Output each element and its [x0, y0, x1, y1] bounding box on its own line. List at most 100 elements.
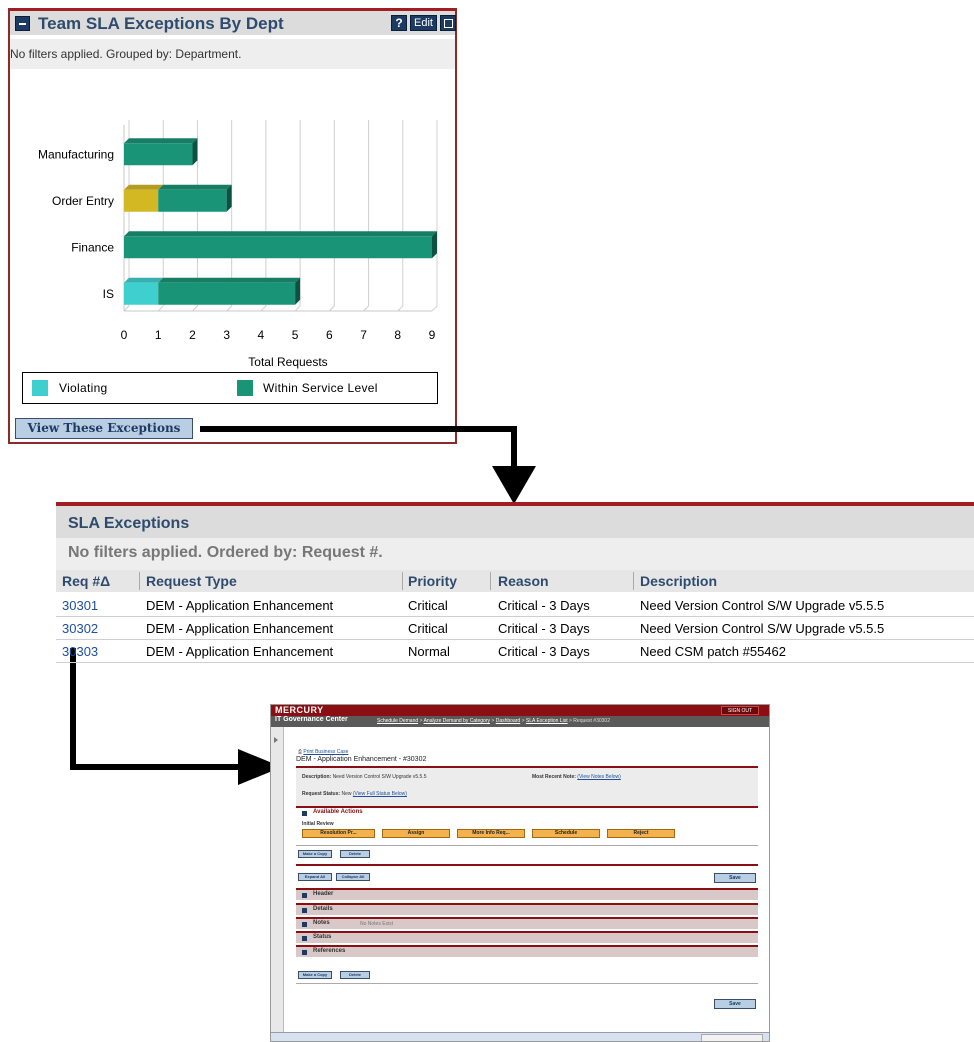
x-tick-label: 2 — [189, 328, 196, 342]
breadcrumb-link[interactable]: Dashboard — [496, 718, 520, 724]
save-button-bottom[interactable]: Save — [714, 999, 756, 1009]
expand-icon — [302, 908, 307, 913]
horizontal-scrollbar[interactable] — [271, 1032, 769, 1041]
collapse-all-button[interactable]: Collapse All — [336, 873, 370, 881]
breadcrumb-link[interactable]: SLA Exception List — [526, 718, 568, 724]
request-type: DEM - Application Enhancement — [146, 598, 334, 613]
request-link[interactable]: 30301 — [62, 598, 98, 613]
brand-logo: MERCURY — [275, 705, 324, 715]
print-business-case-link[interactable]: ⎙ Print Business Case — [298, 749, 348, 755]
bar-top — [158, 277, 301, 283]
breadcrumb-link[interactable]: Schedule Demand — [377, 718, 418, 724]
expand-icon — [302, 950, 307, 955]
available-actions-header[interactable]: Available Actions — [296, 806, 758, 818]
grid-line — [157, 305, 164, 312]
breadcrumb-link[interactable]: Analyze Demand by Category — [424, 718, 490, 724]
column-header-description[interactable]: Description — [640, 573, 717, 589]
panel-filter-bar: No filters applied. Ordered by: Request … — [56, 538, 974, 570]
request-summary: Description: Need Version Control S/W Up… — [296, 768, 758, 808]
panel-title-bar: SLA Exceptions — [56, 502, 974, 538]
scrollbar-thumb[interactable] — [701, 1034, 763, 1041]
app-header: MERCURY SIGN OUT — [271, 705, 769, 716]
column-divider — [402, 572, 403, 590]
bar-segment — [124, 282, 159, 305]
column-header-req[interactable]: Req #Δ — [62, 573, 110, 589]
description-label: Description: — [302, 774, 332, 780]
collapse-icon[interactable] — [15, 16, 30, 31]
table-row: 30303 DEM - Application Enhancement Norm… — [56, 640, 974, 663]
x-tick-label: 5 — [292, 328, 299, 342]
bar-top — [124, 184, 164, 190]
request-link[interactable]: 30302 — [62, 621, 98, 636]
sign-out-button[interactable]: SIGN OUT — [721, 706, 759, 715]
portlet-filter-text: No filters applied. Grouped by: Departme… — [10, 39, 455, 69]
reject-button[interactable]: Reject — [607, 829, 675, 838]
status-value: New — [341, 791, 352, 797]
panel-title: SLA Exceptions — [68, 515, 190, 532]
expand-all-button[interactable]: Expand All — [298, 873, 332, 881]
request-type: DEM - Application Enhancement — [146, 644, 334, 659]
bar-top — [124, 231, 437, 237]
bar-top — [124, 277, 164, 283]
bar-segment — [124, 143, 193, 166]
grid-line — [397, 305, 404, 312]
arrow-down-icon — [492, 466, 536, 504]
expand-icon — [302, 893, 307, 898]
grid-line — [260, 305, 267, 312]
schedule-button[interactable]: Schedule — [532, 829, 600, 838]
request-priority: Critical — [408, 621, 448, 636]
x-tick-label: 1 — [155, 328, 162, 342]
request-detail-screenshot: MERCURY SIGN OUT IT Governance Center Sc… — [270, 704, 770, 1042]
delete-button-bottom[interactable]: Delete — [340, 971, 370, 979]
portlet-title-bar: Team SLA Exceptions By Dept ? Edit — [10, 8, 456, 35]
section-status[interactable]: Status — [296, 931, 758, 943]
bar-segment — [158, 189, 227, 212]
description-value: Need Version Control S/W Upgrade v5.5.5 — [332, 774, 427, 780]
column-header-reason[interactable]: Reason — [498, 573, 549, 589]
request-link[interactable]: 30303 — [62, 644, 98, 659]
delete-button[interactable]: Delete — [340, 850, 370, 858]
section-label: Details — [313, 906, 333, 912]
request-reason: Critical - 3 Days — [498, 621, 590, 636]
column-divider — [633, 572, 634, 590]
make-copy-button[interactable]: Make a Copy — [298, 850, 332, 858]
make-copy-button-bottom[interactable]: Make a Copy — [298, 971, 332, 979]
side-panel-toggle[interactable] — [271, 727, 284, 1032]
recent-note-link[interactable]: (View Notes Below) — [577, 774, 621, 780]
breadcrumb: Schedule Demand > Analyze Demand by Cate… — [377, 718, 610, 724]
section-header[interactable]: Header — [296, 888, 758, 900]
column-header-type[interactable]: Request Type — [146, 573, 237, 589]
bar-segment — [158, 282, 296, 305]
request-description: Need CSM patch #55462 — [640, 644, 786, 659]
printer-icon: ⎙ — [298, 749, 303, 755]
request-type: DEM - Application Enhancement — [146, 621, 334, 636]
y-category-label: Finance — [71, 240, 114, 254]
section-label: Status — [313, 934, 332, 940]
column-header-priority[interactable]: Priority — [408, 573, 457, 589]
section-notes[interactable]: Notes No Notes Exist — [296, 917, 758, 929]
request-priority: Normal — [408, 644, 450, 659]
assign-button[interactable]: Assign — [382, 829, 450, 838]
status-link[interactable]: (View Full Status Below) — [353, 791, 407, 797]
notes-empty-text: No Notes Exist — [360, 921, 394, 927]
section-label: References — [313, 948, 346, 954]
grid-line — [328, 305, 335, 312]
table-row: 30302 DEM - Application Enhancement Crit… — [56, 617, 974, 640]
section-references[interactable]: References — [296, 945, 758, 957]
chart-legend: Violating Within Service Level — [22, 372, 438, 404]
section-details[interactable]: Details — [296, 903, 758, 915]
divider — [296, 845, 758, 846]
section-label: Header — [313, 891, 334, 897]
help-icon[interactable]: ? — [391, 15, 407, 31]
save-button[interactable]: Save — [714, 873, 756, 883]
maximize-icon[interactable] — [440, 15, 456, 31]
sla-bar-chart: 0 1 2 3 4 5 6 7 8 9 Total Requests Manufacturing Ord… — [38, 120, 438, 369]
more-info-button[interactable]: More Info Req... — [457, 829, 525, 838]
connector-line — [70, 648, 76, 770]
grid-line — [226, 305, 233, 312]
resolution-button[interactable]: Resolution Pr... — [302, 829, 375, 838]
edit-button[interactable]: Edit — [410, 15, 437, 31]
x-axis-label: Total Requests — [248, 355, 327, 369]
view-exceptions-button[interactable]: View These Exceptions — [15, 418, 193, 439]
section-label: Notes — [313, 920, 330, 926]
